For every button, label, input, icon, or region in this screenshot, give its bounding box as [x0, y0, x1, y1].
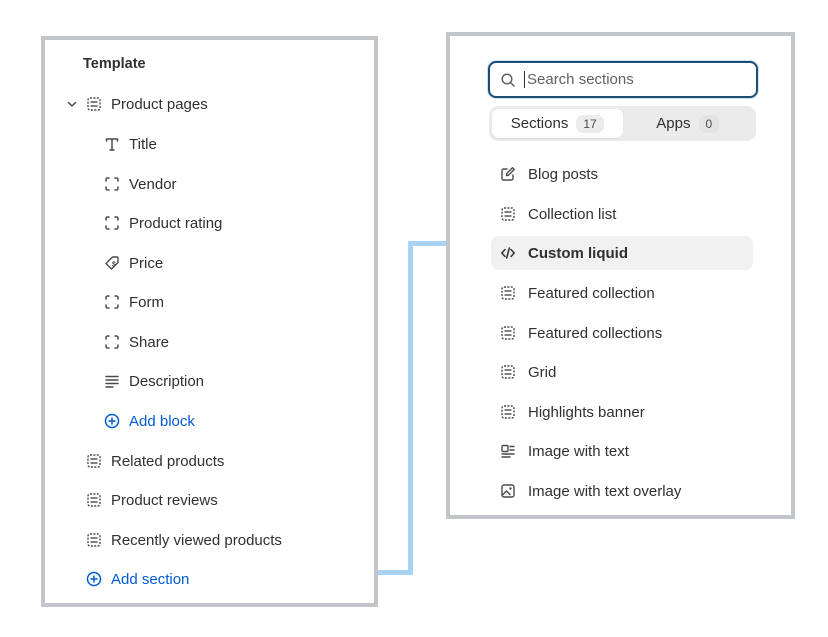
template-heading: Template	[83, 56, 146, 72]
picker-item-label: Custom liquid	[528, 244, 628, 262]
block-label: Form	[129, 293, 164, 311]
block-icon	[103, 214, 121, 232]
plus-circle-icon	[85, 570, 103, 588]
connector-line-horizontal-top	[408, 241, 450, 246]
add-block-button[interactable]: Add block	[103, 407, 195, 435]
block-label: Title	[129, 135, 157, 153]
picker-item-label: Collection list	[528, 205, 617, 223]
picker-item-label: Blog posts	[528, 165, 599, 183]
block-item-title[interactable]: Title	[103, 130, 157, 158]
count-badge: 17	[576, 114, 604, 133]
add-block-label: Add block	[129, 412, 195, 430]
svg-text:$: $	[112, 262, 116, 269]
section-icon	[85, 452, 103, 470]
block-label: Price	[129, 254, 164, 272]
tab-sections[interactable]: Sections 17	[492, 109, 623, 138]
edit-icon	[499, 165, 517, 183]
picker-item-featured-collection[interactable]: Featured collection	[491, 276, 753, 310]
picker-item-image-with-text[interactable]: Image with text	[491, 434, 753, 468]
search-field[interactable]	[488, 61, 758, 98]
picker-item-image-with-text-overlay[interactable]: Image with text overlay	[491, 474, 753, 508]
section-icon	[85, 531, 103, 549]
block-item-product-rating[interactable]: Product rating	[103, 209, 222, 237]
text-icon	[103, 135, 121, 153]
section-icon	[85, 491, 103, 509]
block-item-form[interactable]: Form	[103, 288, 164, 316]
image-overlay-icon	[499, 482, 517, 500]
count-badge: 0	[698, 114, 720, 133]
picker-item-collection-list[interactable]: Collection list	[491, 197, 753, 231]
picker-item-label: Grid	[528, 363, 557, 381]
section-label: Product pages	[111, 95, 208, 113]
chevron-down-icon[interactable]	[66, 98, 78, 110]
price-tag-icon: $	[103, 254, 121, 272]
tab-apps[interactable]: Apps 0	[623, 109, 754, 138]
section-icon	[499, 403, 517, 421]
picker-item-featured-collections[interactable]: Featured collections	[491, 316, 753, 350]
search-input[interactable]	[524, 71, 744, 88]
section-item-recently-viewed-products[interactable]: Recently viewed products	[85, 526, 282, 554]
add-section-button[interactable]: Add section	[85, 565, 189, 593]
block-label: Vendor	[129, 175, 177, 193]
picker-item-custom-liquid[interactable]: Custom liquid	[491, 236, 753, 270]
template-panel: Template Product pages Title Vendor Prod…	[41, 36, 378, 607]
picker-item-label: Featured collections	[528, 324, 663, 342]
picker-item-blog-posts[interactable]: Blog posts	[491, 157, 753, 191]
section-icon	[499, 363, 517, 381]
image-with-text-icon	[499, 442, 517, 460]
block-icon	[103, 175, 121, 193]
section-item-product-pages[interactable]: Product pages	[85, 90, 208, 118]
picker-item-label: Featured collection	[528, 284, 655, 302]
block-label: Description	[129, 372, 205, 390]
block-icon	[103, 293, 121, 311]
section-icon	[499, 205, 517, 223]
code-icon	[499, 244, 517, 262]
section-label: Recently viewed products	[111, 531, 282, 549]
picker-item-label: Image with text	[528, 442, 629, 460]
section-picker-panel: Sections 17 Apps 0 Blog posts Collection…	[446, 32, 795, 519]
tab-label: Sections	[510, 115, 569, 132]
block-label: Product rating	[129, 214, 223, 232]
add-section-label: Add section	[111, 570, 190, 588]
picker-item-label: Highlights banner	[528, 403, 645, 421]
connector-line-vertical	[408, 241, 413, 575]
section-icon	[499, 324, 517, 342]
block-item-description[interactable]: Description	[103, 367, 204, 395]
block-item-price[interactable]: $ Price	[103, 249, 163, 277]
search-icon	[500, 71, 518, 89]
block-item-vendor[interactable]: Vendor	[103, 170, 177, 198]
section-label: Product reviews	[111, 491, 218, 509]
tab-label: Apps	[656, 115, 691, 132]
picker-tabs: Sections 17 Apps 0	[489, 106, 756, 141]
block-icon	[103, 333, 121, 351]
picker-item-highlights-banner[interactable]: Highlights banner	[491, 395, 753, 429]
block-item-share[interactable]: Share	[103, 328, 169, 356]
block-label: Share	[129, 333, 170, 351]
section-item-product-reviews[interactable]: Product reviews	[85, 486, 218, 514]
paragraph-icon	[103, 372, 121, 390]
section-label: Related products	[111, 452, 225, 470]
plus-circle-icon	[103, 412, 121, 430]
section-icon	[85, 95, 103, 113]
picker-item-label: Image with text overlay	[528, 482, 682, 500]
picker-item-grid[interactable]: Grid	[491, 355, 753, 389]
section-item-related-products[interactable]: Related products	[85, 447, 224, 475]
section-icon	[499, 284, 517, 302]
